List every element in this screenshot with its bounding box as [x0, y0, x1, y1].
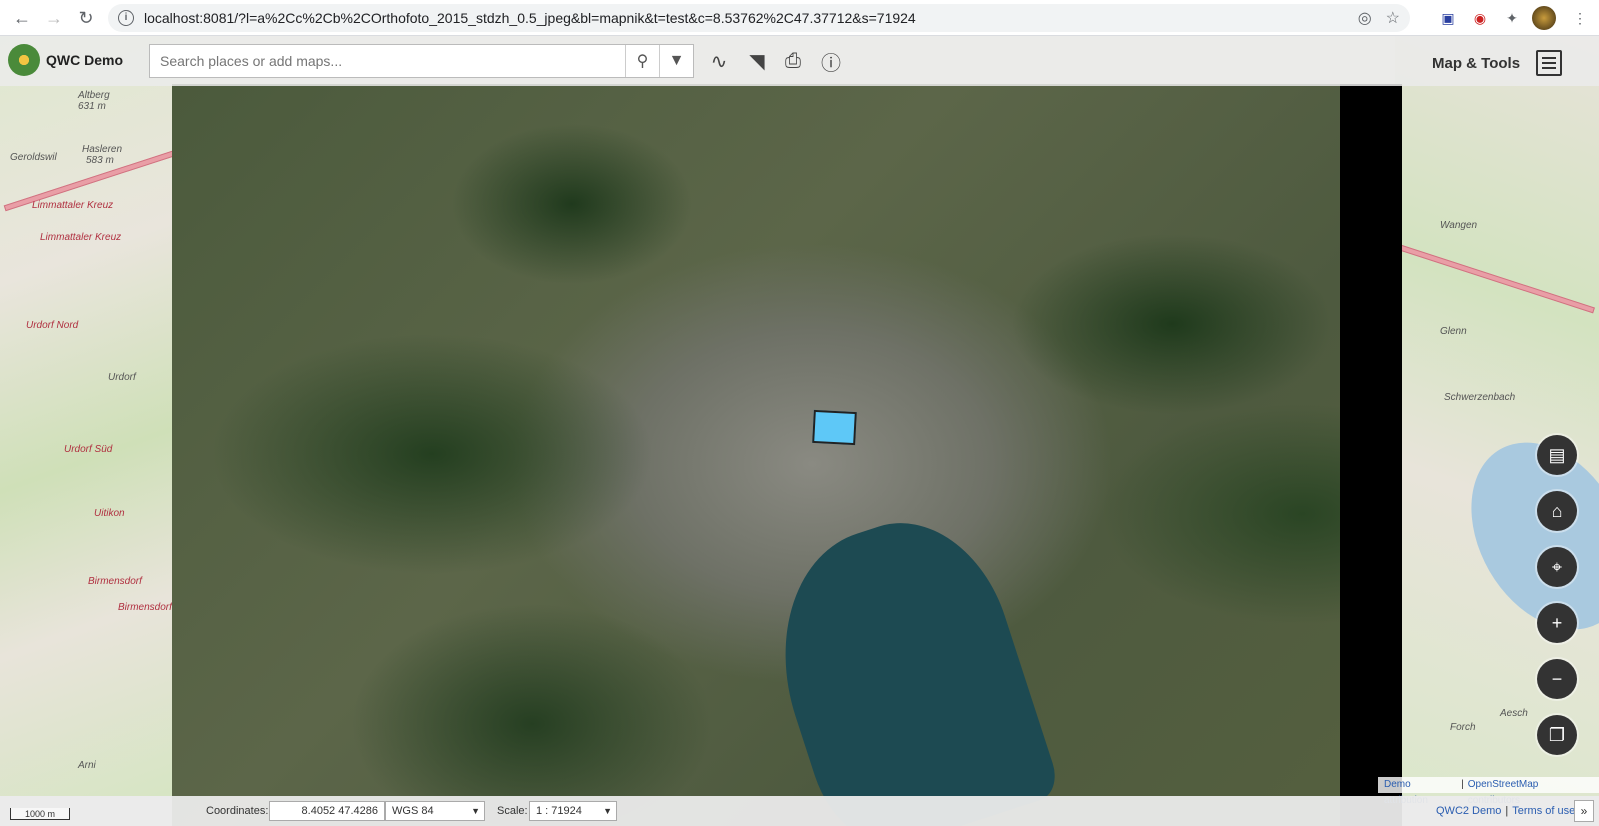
address-bar[interactable]: i localhost:8081/?l=a%2Cc%2Cb%2COrthofot…	[108, 4, 1410, 32]
locate-button[interactable]: ⌖	[1537, 547, 1577, 587]
filter-icon: ▼	[668, 52, 685, 69]
map-label: Geroldswil	[10, 152, 57, 163]
map-label: Aesch	[1500, 708, 1528, 719]
expand-bottombar-button[interactable]: »	[1574, 800, 1594, 822]
zoom-in-icon: +	[1551, 612, 1563, 633]
map-label: Glenn	[1440, 326, 1467, 337]
scale-label: Scale:	[497, 805, 528, 817]
chevron-down-icon: ▼	[603, 806, 612, 816]
reload-icon[interactable]: ↻	[70, 2, 102, 34]
zoom-out-icon: −	[1551, 668, 1563, 689]
map-label: Altberg	[78, 90, 110, 101]
locate-icon: ⌖	[1551, 556, 1563, 577]
puzzle-icon[interactable]: ✦	[1500, 6, 1524, 30]
measure-button[interactable]: ∿	[704, 46, 734, 76]
map-label: Limmattaler Kreuz	[40, 232, 122, 243]
filter-button[interactable]: ▼	[659, 45, 693, 77]
chevron-down-icon: ▼	[471, 806, 480, 816]
zoom-out-button[interactable]: −	[1537, 659, 1577, 699]
highlighted-feature[interactable]	[812, 409, 857, 446]
app-logo: QWC Demo	[8, 44, 123, 76]
print-button[interactable]: ⎙	[778, 46, 808, 76]
browser-toolbar: ← → ↻ i localhost:8081/?l=a%2Cc%2Cb%2COr…	[0, 0, 1599, 36]
map-label: Urdorf Süd	[64, 444, 113, 455]
map-label: Urdorf Nord	[26, 320, 79, 331]
search-icon: ⚲	[636, 53, 649, 70]
crs-select[interactable]: WGS 84 ▼	[385, 801, 485, 821]
search-button[interactable]: ⚲	[625, 45, 659, 77]
home-button[interactable]: ⌂	[1537, 491, 1577, 531]
background-switcher-icon: ❐	[1548, 724, 1566, 745]
footer-links: QWC2 Demo | Terms of use	[1436, 805, 1575, 817]
search-input[interactable]	[150, 45, 625, 77]
legend-icon: ▤	[1548, 444, 1566, 465]
map-label: Urdorf	[108, 372, 136, 383]
coordinates-field[interactable]: 8.4052 47.4286	[269, 801, 385, 821]
map-canvas[interactable]: Altberg 631 m Geroldswil Hasleren 583 m …	[0, 36, 1599, 826]
location-icon[interactable]: ◎	[1358, 8, 1372, 28]
terms-of-use-link[interactable]: Terms of use	[1512, 805, 1575, 817]
map-tools-button[interactable]: Map & Tools	[1432, 46, 1563, 80]
map-tools-label: Map & Tools	[1432, 54, 1521, 72]
scale-value: 1 : 71924	[536, 805, 582, 817]
measure-icon: ∿	[710, 50, 728, 73]
url-text: localhost:8081/?l=a%2Cc%2Cb%2COrthofoto_…	[144, 10, 916, 26]
orthophoto-nodata-strip	[1340, 84, 1402, 826]
separator: |	[1461, 779, 1464, 790]
scale-bar: 1000 m	[10, 808, 70, 820]
hamburger-menu-icon	[1536, 50, 1563, 76]
map-label: 583 m	[86, 155, 114, 166]
back-icon[interactable]: ←	[6, 2, 38, 34]
map-label: Schwerzenbach	[1444, 392, 1516, 403]
coordinates-label: Coordinates:	[206, 805, 269, 817]
site-info-icon[interactable]: i	[118, 10, 134, 26]
orthophoto-layer	[172, 84, 1372, 826]
identify-icon: ⓘ	[821, 52, 841, 75]
forward-icon[interactable]: →	[38, 2, 70, 34]
extension-icon[interactable]: ◉	[1468, 6, 1492, 30]
osm-attribution-link[interactable]: OpenStreetMap contributors	[1468, 777, 1593, 806]
background-switcher-button[interactable]: ❐	[1537, 715, 1577, 755]
map-label: Wangen	[1440, 220, 1478, 231]
map-label: Arni	[78, 760, 96, 771]
extension-icon[interactable]: ▣	[1436, 6, 1460, 30]
search-box: ⚲ ▼	[149, 44, 694, 78]
map-label: Forch	[1450, 722, 1476, 733]
zoom-in-button[interactable]: +	[1537, 603, 1577, 643]
legend-button[interactable]: ▤	[1537, 435, 1577, 475]
app-title: QWC Demo	[46, 52, 123, 68]
map-label: Hasleren	[82, 144, 123, 155]
map-label: Limmattaler Kreuz	[32, 200, 114, 211]
identify-button[interactable]: ⓘ	[816, 46, 846, 76]
avatar[interactable]	[1532, 6, 1556, 30]
map-label: Uitikon	[94, 508, 125, 519]
redlining-button[interactable]: ◥	[742, 46, 772, 76]
map-label: Birmensdorf	[88, 576, 142, 587]
redlining-icon: ◥	[749, 50, 765, 73]
bookmark-star-icon[interactable]: ☆	[1386, 8, 1400, 28]
map-label: Birmensdorf	[118, 602, 172, 613]
more-vert-icon[interactable]: ⋮	[1568, 6, 1592, 30]
demo-attribution-link[interactable]: Demo attribution	[1384, 777, 1457, 806]
double-chevron-right-icon: »	[1580, 804, 1588, 818]
qwc-logo-icon	[8, 44, 40, 76]
scale-select[interactable]: 1 : 71924 ▼	[529, 801, 617, 821]
separator: |	[1505, 805, 1509, 817]
qwc-demo-link[interactable]: QWC2 Demo	[1436, 805, 1501, 817]
map-attribution: Demo attribution | OpenStreetMap contrib…	[1378, 777, 1599, 806]
crs-value: WGS 84	[392, 805, 434, 817]
print-icon: ⎙	[785, 49, 801, 72]
map-label: 631 m	[78, 101, 106, 112]
home-icon: ⌂	[1551, 500, 1563, 521]
